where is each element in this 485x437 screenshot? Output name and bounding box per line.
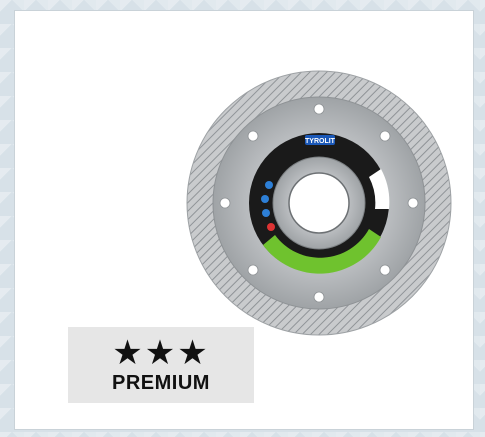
- badge-label: PREMIUM: [112, 371, 210, 394]
- premium-badge: ★★★ PREMIUM: [68, 327, 254, 403]
- product-card: TYROLIT ★★★ PREMIUM: [14, 10, 474, 430]
- diamond-blade-image: TYROLIT: [186, 70, 452, 336]
- rating-stars-icon: ★★★: [112, 332, 210, 373]
- brand-logo-text: TYROLIT: [305, 138, 336, 145]
